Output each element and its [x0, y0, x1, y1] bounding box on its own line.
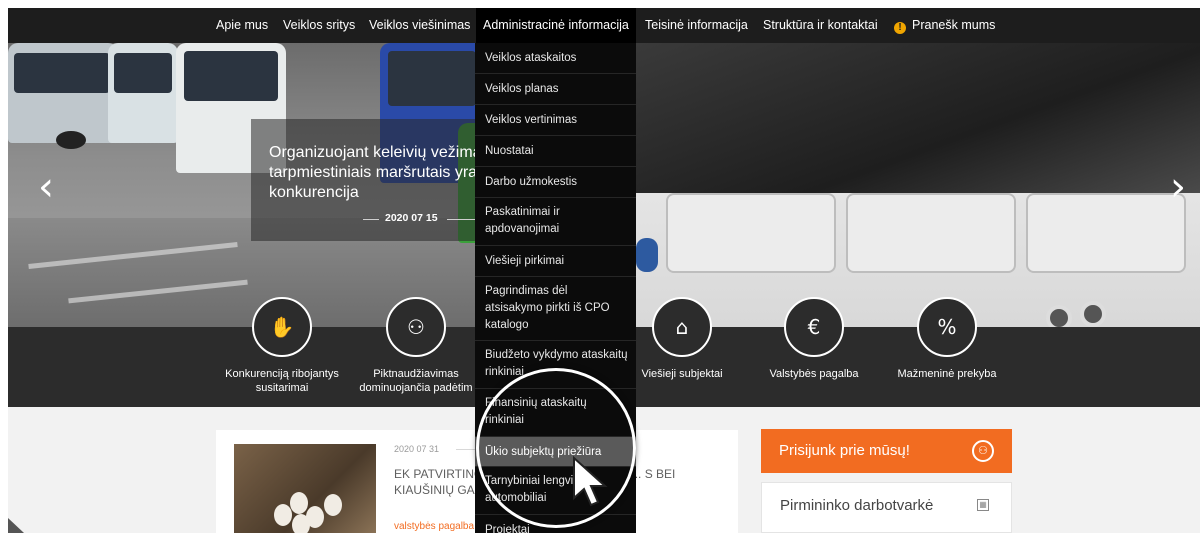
dropdown-item[interactable]: Pagrindimas dėl atsisakymo pirkti iš CPO…: [475, 277, 636, 341]
nav-item-pranesk-mums[interactable]: ! Pranešk mums: [894, 8, 995, 43]
nav-item-veiklos-sritys[interactable]: Veiklos sritys: [283, 8, 355, 43]
bus-window: [14, 53, 110, 93]
egg: [292, 514, 310, 533]
dropdown-item[interactable]: Veiklos planas: [475, 74, 636, 105]
bus-window: [184, 51, 278, 101]
dropdown-item[interactable]: Paskatinimai ir apdovanojimai: [475, 198, 636, 246]
percent-icon[interactable]: %: [917, 297, 977, 357]
bus-panel: [666, 193, 836, 273]
category-label[interactable]: Valstybės pagalba: [744, 367, 884, 381]
people-icon[interactable]: ⚇: [386, 297, 446, 357]
chairman-schedule-link[interactable]: Pirmininko darbotvarkė ▦: [761, 482, 1012, 533]
chairman-schedule-label: Pirmininko darbotvarkė: [780, 497, 934, 514]
nav-item-teisine-informacija[interactable]: Teisinė informacija: [645, 8, 748, 43]
calendar-icon: ▦: [977, 499, 989, 511]
bus-window: [636, 43, 1200, 193]
government-building-icon[interactable]: ⌂: [652, 297, 712, 357]
nav-item-struktura-ir-kontaktai[interactable]: Struktūra ir kontaktai: [763, 8, 878, 43]
bus-window: [388, 51, 476, 106]
bus-image: [636, 43, 1200, 327]
accessibility-sign-icon: [636, 238, 658, 272]
page: Apie mus Veiklos sritys Veiklos viešinim…: [0, 0, 1200, 533]
people-icon: ⚇: [972, 440, 994, 462]
bus-window: [114, 53, 172, 93]
bus-panel: [1026, 193, 1186, 273]
frame-top: [0, 0, 1200, 8]
category-label[interactable]: Mažmeninė prekyba: [877, 367, 1017, 381]
bus-light: [1080, 301, 1106, 327]
magnifier-lens: [476, 368, 636, 528]
egg: [274, 504, 292, 526]
next-slide-arrow-icon[interactable]: ›: [1170, 167, 1186, 207]
dropdown-item[interactable]: Veiklos ataskaitos: [475, 43, 636, 74]
join-us-button[interactable]: Prisijunk prie mūsų! ⚇: [761, 429, 1012, 473]
dropdown-item[interactable]: Nuostatai: [475, 136, 636, 167]
prev-slide-arrow-icon[interactable]: ‹: [38, 167, 54, 207]
hero-date: 2020 07 15: [385, 212, 438, 224]
frame-left: [0, 0, 8, 533]
category-label[interactable]: Konkurenciją ribojantys susitarimai: [212, 367, 352, 395]
bus-image: [108, 43, 178, 143]
nav-item-pranesk-mums-label: Pranešk mums: [912, 18, 996, 32]
news-image[interactable]: [234, 444, 376, 533]
dropdown-item[interactable]: Darbo užmokestis: [475, 167, 636, 198]
dropdown-item[interactable]: Viešieji pirkimai: [475, 246, 636, 277]
bus-wheel: [56, 131, 86, 149]
euro-hand-icon[interactable]: €: [784, 297, 844, 357]
egg: [290, 492, 308, 514]
bus-image: [8, 43, 118, 143]
nav-item-veiklos-viesinimas[interactable]: Veiklos viešinimas: [369, 8, 470, 43]
news-date: 2020 07 31: [394, 444, 440, 454]
corner-triangle: [8, 518, 24, 533]
news-tag[interactable]: valstybės pagalba: [394, 521, 474, 532]
category-label[interactable]: Piktnaudžiavimas dominuojančia padėtim: [346, 367, 486, 395]
nav-item-administracine-informacija[interactable]: Administracinė informacija: [476, 8, 636, 43]
nav-item-apie-mus[interactable]: Apie mus: [216, 8, 268, 43]
bus-panel: [846, 193, 1016, 273]
egg: [324, 494, 342, 516]
caption-divider: [447, 219, 477, 220]
warning-icon: !: [894, 22, 906, 34]
handshake-icon[interactable]: ✋: [252, 297, 312, 357]
caption-divider: [363, 219, 379, 220]
top-navigation: Apie mus Veiklos sritys Veiklos viešinim…: [8, 8, 1200, 43]
bus-light: [1046, 305, 1072, 327]
dropdown-item[interactable]: Veiklos vertinimas: [475, 105, 636, 136]
mouse-cursor-icon: [573, 456, 608, 507]
join-us-label: Prisijunk prie mūsų!: [779, 442, 910, 459]
